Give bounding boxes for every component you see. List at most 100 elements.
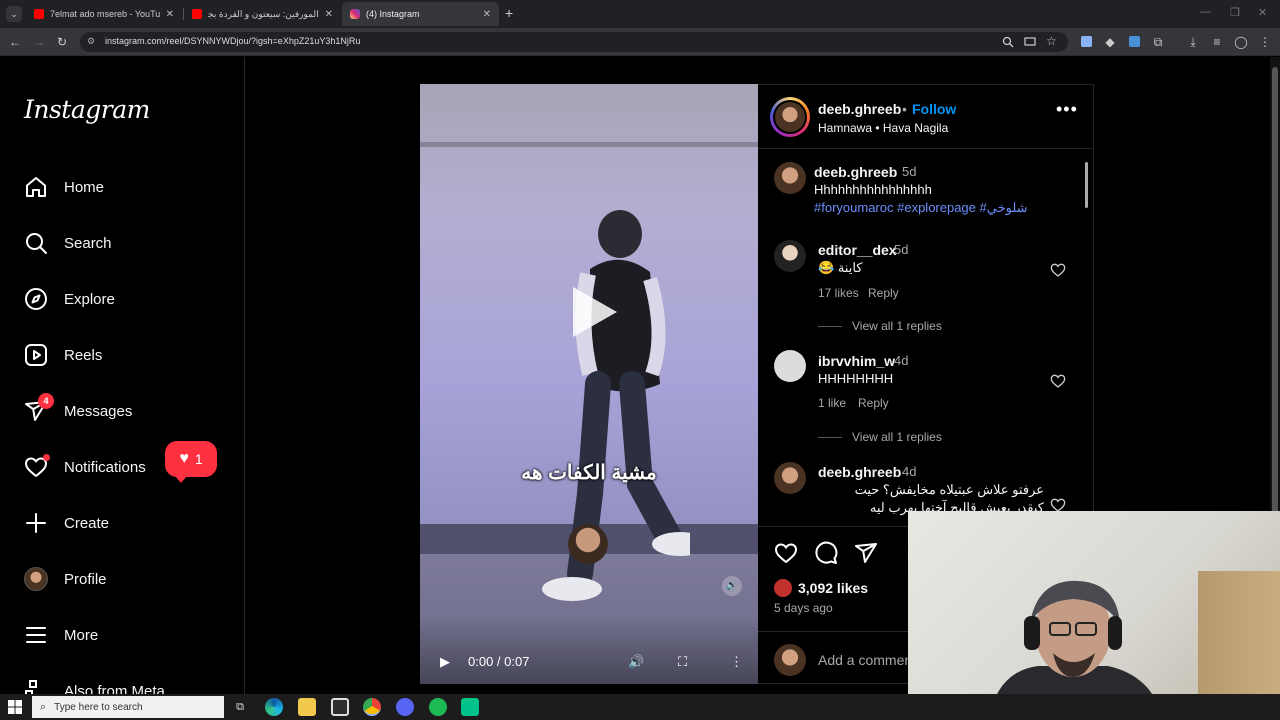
avatar[interactable] [774, 240, 806, 272]
sidebar-item-search[interactable]: Search [24, 227, 224, 259]
comment-likes[interactable]: 17 likes [818, 286, 859, 300]
sidebar-item-label: Create [64, 514, 110, 532]
store-icon[interactable] [331, 698, 349, 716]
extension-diamond-icon[interactable]: ◆ [1102, 34, 1118, 50]
comment-username[interactable]: editor__dex [818, 242, 897, 258]
browser-toolbar: ← → ↻ ⚙ instagram.com/reel/DSYNNYWDjou/?… [0, 28, 1280, 56]
cast-icon[interactable] [1024, 36, 1036, 48]
new-tab-button[interactable]: + [505, 5, 513, 21]
author-username[interactable]: deeb.ghreeb [818, 101, 901, 117]
instagram-logo[interactable]: Instagram [24, 95, 150, 124]
close-tab-icon[interactable]: ✕ [166, 9, 174, 20]
taskbar-search-placeholder: Type here to search [54, 701, 143, 713]
windows-start-icon[interactable] [8, 700, 22, 714]
view-replies-button[interactable]: View all 1 replies [818, 319, 942, 333]
like-heart-icon[interactable] [774, 541, 798, 565]
video-time: 0:00 / 0:07 [468, 654, 530, 669]
hashtag-link[interactable]: #شلوخي [980, 200, 1028, 215]
close-tab-icon[interactable]: ✕ [483, 9, 491, 20]
mute-icon[interactable]: 🔈 [722, 576, 742, 596]
tab-youtube-1[interactable]: 7elmat ado msereb - YouTube ✕ [26, 2, 182, 26]
fullscreen-icon[interactable]: ⛶ [678, 654, 687, 670]
site-info-icon[interactable]: ⚙ [87, 36, 99, 48]
chrome-icon[interactable] [363, 698, 381, 716]
sidebar-item-messages[interactable]: 4 Messages [24, 393, 224, 427]
compass-icon [24, 287, 48, 311]
sidebar-item-more[interactable]: More [24, 619, 224, 651]
back-icon[interactable]: ← [7, 34, 23, 50]
tab-title: المورفين: سيعتون و القردة بجال [208, 8, 319, 19]
sidebar-item-profile[interactable]: Profile [24, 563, 224, 595]
comment-username[interactable]: deeb.ghreeb [818, 464, 901, 480]
tab-search-icon[interactable]: ≡ [1209, 34, 1225, 50]
liker-avatar [774, 579, 792, 597]
instagram-icon [350, 9, 360, 19]
forward-icon[interactable]: → [31, 34, 47, 50]
address-bar[interactable]: ⚙ instagram.com/reel/DSYNNYWDjou/?igsh=e… [80, 32, 1068, 52]
file-explorer-icon[interactable] [298, 698, 316, 716]
reply-button[interactable]: Reply [858, 396, 889, 410]
sidebar-item-home[interactable]: Home [24, 171, 224, 203]
tab-search-dropdown-icon[interactable]: ⌄ [6, 6, 22, 22]
sidebar-item-also-from-meta[interactable]: Also from Meta [24, 675, 224, 694]
reply-button[interactable]: Reply [868, 286, 899, 300]
close-tab-icon[interactable]: ✕ [325, 9, 333, 20]
bookmark-star-icon[interactable]: ☆ [1046, 34, 1057, 48]
likes-count[interactable]: 3,092 likes [798, 580, 868, 596]
app-icon[interactable] [461, 698, 479, 716]
extensions-puzzle-icon[interactable]: ⧉ [1150, 34, 1166, 50]
comment-username[interactable]: ibrvvhim_w [818, 353, 895, 369]
messages-count-badge: 4 [38, 393, 54, 409]
likes-summary[interactable]: 3,092 likes [774, 579, 868, 597]
sidebar-item-label: Search [64, 234, 112, 252]
spotify-icon[interactable] [429, 698, 447, 716]
edge-icon[interactable] [265, 698, 283, 716]
comment-like-icon[interactable] [1050, 373, 1066, 389]
author-story-ring[interactable] [770, 97, 810, 137]
comments-list[interactable]: deeb.ghreeb 5d Hhhhhhhhhhhhhhhh #foryoum… [758, 150, 1093, 526]
comment-username[interactable]: deeb.ghreeb [814, 164, 897, 180]
extension-photo-icon[interactable] [1126, 34, 1142, 50]
volume-icon[interactable]: 🔊 [628, 654, 644, 670]
view-replies-button[interactable]: View all 1 replies [818, 430, 942, 444]
follow-button[interactable]: Follow [912, 101, 956, 117]
reel-video[interactable]: مشية الكفات هه 🔈 ▶ 0:00 / 0:07 🔊 ⛶ ⋮ [420, 84, 758, 684]
discord-icon[interactable] [396, 698, 414, 716]
hashtag-link[interactable]: #explorepage [897, 200, 976, 215]
close-window-icon[interactable]: ✕ [1258, 6, 1267, 19]
search-icon: ⌕ [40, 700, 47, 713]
hashtag-link[interactable]: #foryoumaroc [814, 200, 893, 215]
task-view-icon[interactable]: ⧉ [231, 698, 249, 716]
comment-bubble-icon[interactable] [814, 541, 838, 565]
comments-scrollbar[interactable] [1085, 162, 1088, 208]
browser-menu-icon[interactable]: ⋮ [1257, 34, 1273, 50]
notifications-popup-badge[interactable]: ♥ 1 [165, 441, 217, 483]
video-wall-line [420, 142, 758, 147]
notification-dot [43, 454, 50, 461]
comment-likes[interactable]: 1 like [818, 396, 846, 410]
tab-instagram[interactable]: (4) Instagram ✕ [342, 2, 499, 26]
avatar[interactable] [774, 462, 806, 494]
profile-icon[interactable]: ◯ [1233, 34, 1249, 50]
audio-label[interactable]: Hamnawa • Hava Nagila [818, 121, 948, 135]
avatar[interactable] [774, 350, 806, 382]
video-play-icon[interactable]: ▶ [440, 654, 450, 670]
comment-like-icon[interactable] [1050, 262, 1066, 278]
reload-icon[interactable]: ↻ [54, 34, 70, 50]
zoom-icon[interactable] [1002, 36, 1014, 48]
download-icon[interactable]: ⤓ [1185, 34, 1201, 50]
minimize-icon[interactable]: — [1200, 6, 1211, 18]
sidebar-item-label: Notifications [64, 458, 146, 476]
taskbar-search-box[interactable]: ⌕ Type here to search [32, 696, 224, 718]
video-more-icon[interactable]: ⋮ [730, 654, 743, 670]
more-options-icon[interactable]: ••• [1056, 99, 1078, 120]
maximize-icon[interactable]: ❐ [1230, 6, 1240, 19]
extension-translate-icon[interactable] [1078, 34, 1094, 50]
share-icon[interactable] [854, 541, 878, 565]
avatar[interactable] [774, 162, 806, 194]
tab-youtube-2[interactable]: المورفين: سيعتون و القردة بجال ✕ [184, 2, 341, 26]
sidebar-item-reels[interactable]: Reels [24, 339, 224, 371]
sidebar-item-explore[interactable]: Explore [24, 283, 224, 315]
sidebar-item-create[interactable]: Create [24, 507, 224, 539]
play-overlay-icon[interactable] [559, 281, 621, 343]
